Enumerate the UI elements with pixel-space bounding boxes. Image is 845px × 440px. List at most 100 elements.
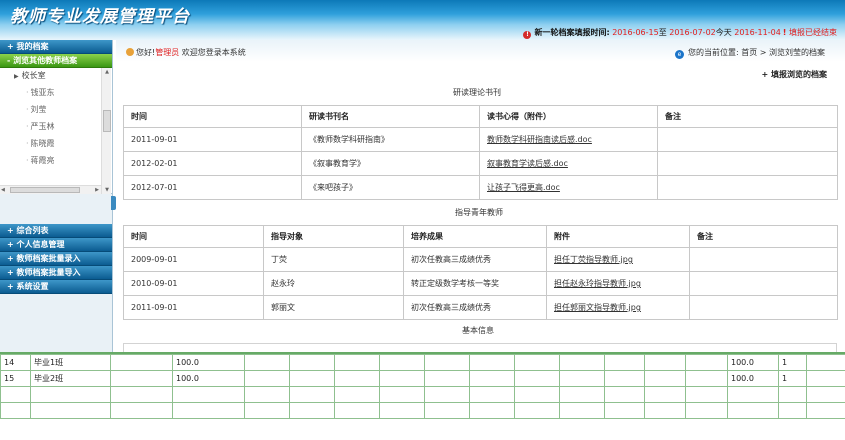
tree-line-icon: ·	[26, 139, 29, 148]
tree-leaf-teacher[interactable]: · 陈晓霞	[26, 138, 55, 149]
table-cell	[172, 402, 245, 419]
welcome-message: 欢迎您登录本系统	[181, 48, 246, 57]
tree-leaf-teacher[interactable]: · 刘莹	[26, 104, 47, 115]
table-cell	[657, 151, 838, 176]
column-header: 备注	[689, 225, 838, 248]
scroll-down-icon[interactable]: ▼	[103, 186, 111, 194]
tree-horizontal-scrollbar[interactable]: ◀ ▶	[0, 185, 101, 194]
attachment-link[interactable]: 担任赵永玲指导教师.jpg	[554, 279, 641, 288]
fill-archive-link[interactable]: + 填报浏览的档案	[762, 69, 828, 80]
table-cell	[778, 386, 807, 403]
header-banner: 教师专业发展管理平台 ! 新一轮档案填报时间: 2016-06-15至 2016-…	[0, 0, 845, 40]
scroll-up-icon[interactable]: ▲	[103, 68, 111, 76]
table-cell	[514, 402, 560, 419]
attachment-link[interactable]: 让孩子飞得更高.doc	[487, 183, 560, 192]
table-cell	[289, 386, 335, 403]
table-cell	[379, 386, 425, 403]
sidebar: + 我的档案 - 浏览其他教师档案 ▶ 校长室 · 钱亚东 · 刘莹 · 严玉林 · 陈晓…	[0, 40, 113, 352]
table-cell: 2009-09-01	[123, 247, 264, 272]
table-cell	[30, 402, 111, 419]
sidebar-item-summary-list[interactable]: + 综合列表	[0, 224, 112, 238]
table-cell	[685, 354, 728, 371]
table-cell	[334, 370, 380, 387]
table-cell	[604, 370, 645, 387]
table-row: 2010-09-01 赵永玲 转正定级数学考核一等奖 担任赵永玲指导教师.jpg	[123, 271, 838, 296]
tree-line-icon: ·	[26, 122, 29, 131]
table-cell	[289, 370, 335, 387]
column-header: 备注	[657, 105, 838, 128]
table-cell	[559, 386, 605, 403]
location-label: 您的当前位置:	[687, 48, 739, 57]
mentoring-section-title: 指导青年教师	[455, 208, 503, 217]
user-icon	[126, 48, 134, 56]
table-cell	[424, 386, 470, 403]
table-cell	[689, 247, 838, 272]
table-row: 2009-09-01 丁荧 初次任教高三成绩优秀 担任丁荧指导教师.jpg	[123, 247, 838, 272]
tree-node-principal-office[interactable]: ▶ 校长室	[14, 70, 46, 81]
notice-status: 填报已经结束	[789, 28, 837, 37]
tree-leaf-teacher[interactable]: · 蒋霞亮	[26, 155, 55, 166]
sidebar-item-my-archive[interactable]: + 我的档案	[0, 40, 112, 54]
teacher-name: 蒋霞亮	[30, 156, 55, 165]
table-cell: 1	[778, 370, 807, 387]
table-cell: 担任赵永玲指导教师.jpg	[546, 271, 690, 296]
table-cell	[514, 386, 560, 403]
table-header-row: 时间 指导对象 培养成果 附件 备注	[123, 225, 838, 248]
table-cell	[244, 402, 290, 419]
column-header: 指导对象	[263, 225, 404, 248]
sidebar-item-label: 浏览其他教师档案	[13, 56, 78, 65]
table-cell	[379, 370, 425, 387]
table-cell: 郭丽文	[263, 295, 404, 320]
table-cell: 2012-02-01	[123, 151, 302, 176]
attachment-link[interactable]: 教师数学科研指南读后感.doc	[487, 135, 592, 144]
table-cell: 毕业1班	[30, 354, 111, 371]
notice-today-date: 2016-11-04	[734, 28, 781, 37]
score-table: 14 毕业1班 100.0 100.0 1 15 毕业2班 100.0 100.0 1	[0, 354, 845, 419]
column-header: 时间	[123, 105, 302, 128]
column-header: 时间	[123, 225, 264, 248]
scroll-right-icon[interactable]: ▶	[95, 186, 99, 194]
table-cell	[244, 354, 290, 371]
scroll-thumb[interactable]	[103, 110, 111, 132]
teacher-name: 陈晓霞	[30, 139, 55, 148]
welcome-text: 您好!管理员 欢迎您登录本系统	[126, 47, 246, 58]
breadcrumb: e 您的当前位置: 首页 > 浏览刘莹的档案	[674, 47, 825, 59]
table-cell	[469, 402, 515, 419]
sidebar-item-batch-entry[interactable]: + 教师档案批量录入	[0, 252, 112, 266]
table-cell	[244, 370, 290, 387]
table-cell: 100.0	[727, 370, 779, 387]
table-cell	[0, 402, 31, 419]
table-cell: 担任郭丽文指导教师.jpg	[546, 295, 690, 320]
sidebar-item-batch-import[interactable]: + 教师档案批量导入	[0, 266, 112, 280]
table-cell	[334, 402, 380, 419]
tree-vertical-scrollbar[interactable]: ▲ ▼	[101, 68, 111, 194]
table-row	[0, 386, 845, 403]
hello-text: 您好!	[136, 48, 156, 57]
scroll-left-icon[interactable]: ◀	[1, 186, 5, 194]
attachment-link[interactable]: 叙事教育学读后感.doc	[487, 159, 568, 168]
app-window: 教师专业发展管理平台 ! 新一轮档案填报时间: 2016-06-15至 2016-…	[0, 0, 845, 440]
table-cell	[604, 402, 645, 419]
sidebar-item-system-settings[interactable]: + 系统设置	[0, 280, 112, 294]
tree-leaf-teacher[interactable]: · 严玉林	[26, 121, 55, 132]
table-cell	[644, 402, 686, 419]
table-cell	[806, 386, 845, 403]
sidebar-item-personal-info[interactable]: + 个人信息管理	[0, 238, 112, 252]
table-cell	[424, 402, 470, 419]
tree-line-icon: ·	[26, 156, 29, 165]
table-cell	[514, 370, 560, 387]
tree-leaf-teacher[interactable]: · 钱亚东	[26, 87, 55, 98]
table-cell: 《来吧孩子》	[301, 175, 480, 200]
table-cell	[644, 354, 686, 371]
attachment-link[interactable]: 担任郭丽文指导教师.jpg	[554, 303, 641, 312]
sidebar-item-browse-archives[interactable]: - 浏览其他教师档案	[0, 54, 112, 68]
table-cell	[469, 386, 515, 403]
sidebar-item-label: 教师档案批量录入	[16, 254, 81, 263]
scroll-thumb[interactable]	[10, 187, 80, 193]
breadcrumb-path[interactable]: 首页 > 浏览刘莹的档案	[741, 48, 825, 57]
column-header: 附件	[546, 225, 690, 248]
table-cell	[469, 370, 515, 387]
attachment-link[interactable]: 担任丁荧指导教师.jpg	[554, 255, 633, 264]
table-row: 15 毕业2班 100.0 100.0 1	[0, 370, 845, 387]
table-cell	[559, 370, 605, 387]
